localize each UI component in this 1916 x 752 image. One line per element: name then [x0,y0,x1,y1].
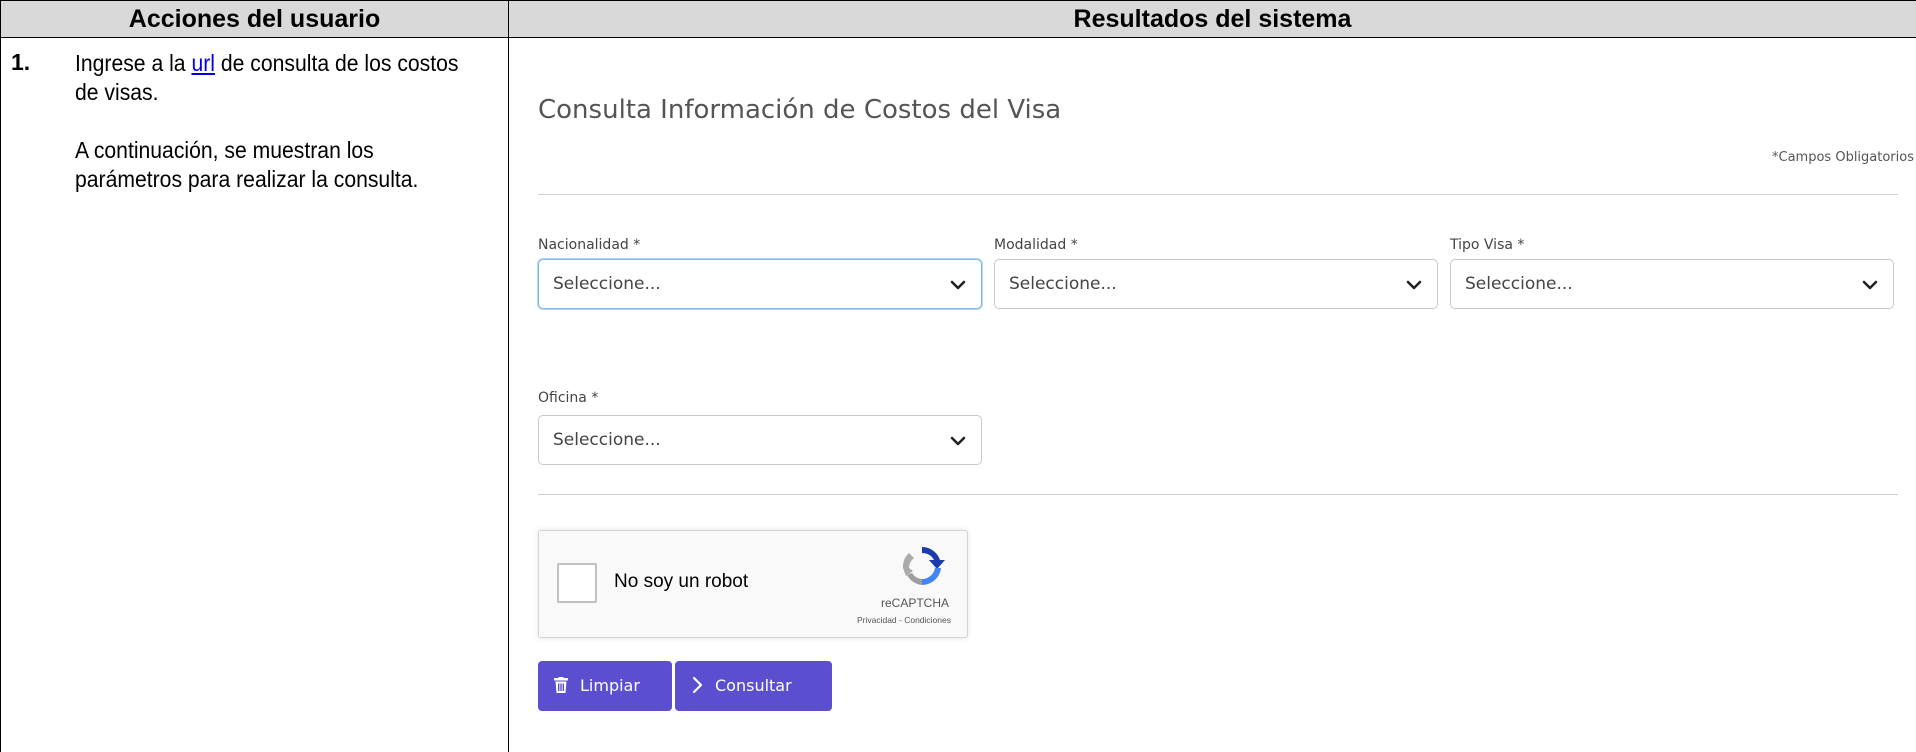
query-button[interactable]: Consultar [675,661,832,711]
tipo-visa-label-text: Tipo Visa [1450,237,1513,253]
step-result-text: A continuación, se muestran los parámetr… [75,137,419,192]
required-mark: * [1070,237,1078,253]
modalidad-select[interactable]: Seleccione... [994,259,1438,309]
divider [538,494,1898,495]
oficina-label: Oficina * [538,390,598,406]
divider [538,194,1898,195]
required-mark: * [633,237,641,253]
nacionalidad-select[interactable]: Seleccione... [538,259,982,309]
step-number: 1. [11,49,31,75]
chevron-down-icon [1406,280,1422,290]
recaptcha-checkbox[interactable] [557,563,597,603]
nacionalidad-label: Nacionalidad * [538,237,640,253]
oficina-select[interactable]: Seleccione... [538,415,982,465]
oficina-label-text: Oficina [538,390,587,406]
oficina-value: Seleccione... [553,430,661,450]
nacionalidad-label-text: Nacionalidad [538,237,629,253]
required-mark: * [1517,237,1525,253]
recaptcha-links[interactable]: Privacidad - Condiciones [857,615,951,625]
recaptcha-brand: reCAPTCHA [880,596,949,610]
url-link[interactable]: url [191,50,215,76]
recaptcha-label: No soy un robot [614,571,749,592]
query-button-label: Consultar [715,676,792,695]
nacionalidad-value: Seleccione... [553,274,661,294]
chevron-down-icon [950,280,966,290]
header-user-actions: Acciones del usuario [0,0,509,38]
chevron-down-icon [1862,280,1878,290]
modalidad-label: Modalidad * [994,237,1078,253]
required-mark: * [591,390,599,406]
user-actions-cell: 1. Ingrese a la url de consulta de los c… [0,37,509,752]
recaptcha-logo-icon [902,547,945,586]
chevron-right-icon [692,676,703,693]
chevron-down-icon [950,436,966,446]
clear-button[interactable]: Limpiar [538,661,672,711]
modalidad-value: Seleccione... [1009,274,1117,294]
form-title: Consulta Información de Costos del Visa [538,95,1062,125]
step-instruction: Ingrese a la url de consulta de los cost… [75,49,461,107]
system-results-cell [508,37,1916,752]
tipo-visa-select[interactable]: Seleccione... [1450,259,1894,309]
clear-button-label: Limpiar [580,676,640,695]
step-text-before-link: Ingrese a la [75,50,192,76]
modalidad-label-text: Modalidad [994,237,1067,253]
trash-icon [554,676,568,693]
step-description: Ingrese a la url de consulta de los cost… [75,49,461,223]
tipo-visa-label: Tipo Visa * [1450,237,1524,253]
header-system-results: Resultados del sistema [508,0,1916,38]
required-fields-note: *Campos Obligatorios [1772,150,1914,165]
tipo-visa-value: Seleccione... [1465,274,1573,294]
recaptcha-widget: No soy un robot reCAPTCHA Privacidad - C… [538,530,968,638]
